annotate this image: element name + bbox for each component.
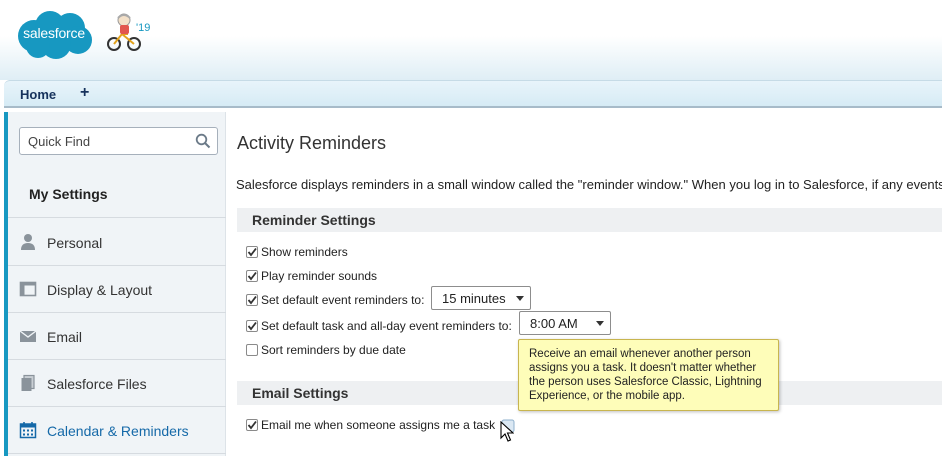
my-settings-title: My Settings <box>29 186 108 202</box>
show-reminders-checkbox[interactable] <box>246 246 258 258</box>
checkmark-icon <box>247 295 257 305</box>
layout-icon <box>19 281 37 297</box>
app-header: salesforce '19 <box>0 0 942 80</box>
files-icon <box>21 374 35 391</box>
section-heading: Reminder Settings <box>252 212 376 228</box>
sidebar-item-display-layout[interactable]: Display & Layout <box>8 266 226 313</box>
tab-bar: Home + <box>4 80 942 108</box>
sidebar-item-calendar-reminders[interactable]: Calendar & Reminders <box>8 407 226 454</box>
release-badge: '19 <box>136 22 151 34</box>
tab-home[interactable]: Home <box>20 87 56 102</box>
task-reminder-select[interactable]: 8:00 AM <box>519 311 611 335</box>
sidebar-item-personal[interactable]: Personal <box>8 219 226 266</box>
task-default-checkbox[interactable] <box>246 320 258 332</box>
quick-find-input[interactable] <box>28 133 188 149</box>
option-label: Sort reminders by due date <box>261 343 406 357</box>
logo-text: salesforce <box>23 25 85 41</box>
sidebar-panel: My Settings Personal Display & Layout Em… <box>8 112 226 456</box>
checkmark-icon <box>247 271 257 281</box>
option-label: Email me when someone assigns me a task <box>261 418 496 432</box>
my-settings-header[interactable]: My Settings <box>8 170 226 218</box>
sidebar: My Settings Personal Display & Layout Em… <box>4 112 226 456</box>
sidebar-item-label: Display & Layout <box>47 282 153 298</box>
envelope-icon <box>19 330 37 342</box>
add-tab-button[interactable]: + <box>80 84 89 102</box>
option-label: Set default task and all-day event remin… <box>261 319 512 333</box>
salesforce-logo[interactable]: salesforce <box>12 8 96 60</box>
email-assign-tooltip: Receive an email whenever another person… <box>518 339 779 411</box>
email-on-assign-checkbox[interactable] <box>246 419 258 431</box>
option-label: Show reminders <box>261 245 348 259</box>
person-icon <box>21 234 35 250</box>
option-label: Set default event reminders to: <box>261 293 425 307</box>
event-default-checkbox[interactable] <box>246 294 258 306</box>
intro-text: Salesforce displays reminders in a small… <box>236 177 942 192</box>
sidebar-item-label: Email <box>47 329 83 345</box>
quick-find-box[interactable] <box>19 127 218 155</box>
calendar-icon <box>19 422 37 439</box>
mouse-cursor-icon <box>500 421 514 442</box>
sidebar-item-salesforce-files[interactable]: Salesforce Files <box>8 360 226 407</box>
sidebar-item-label: Calendar & Reminders <box>47 423 189 439</box>
dropdown-arrow-icon <box>596 321 604 326</box>
search-icon[interactable] <box>195 133 211 149</box>
checkmark-icon <box>247 247 257 257</box>
checkmark-icon <box>247 420 257 430</box>
page-title: Activity Reminders <box>237 133 387 153</box>
checkmark-icon <box>247 321 257 331</box>
sidebar-item-email[interactable]: Email <box>8 313 226 360</box>
sidebar-item-label: Salesforce Files <box>47 376 147 392</box>
sidebar-item-label: Personal <box>47 235 103 251</box>
event-reminder-select[interactable]: 15 minutes <box>431 286 531 310</box>
play-sounds-checkbox[interactable] <box>246 270 258 282</box>
select-value: 15 minutes <box>442 291 506 306</box>
sort-by-due-date-checkbox[interactable] <box>246 344 258 356</box>
select-value: 8:00 AM <box>530 316 578 331</box>
reminder-settings-header: Reminder Settings <box>237 208 942 232</box>
dropdown-arrow-icon <box>516 296 524 301</box>
option-label: Play reminder sounds <box>261 269 378 283</box>
section-heading: Email Settings <box>252 385 349 401</box>
main-content: Activity Reminders Salesforce displays r… <box>226 112 942 456</box>
